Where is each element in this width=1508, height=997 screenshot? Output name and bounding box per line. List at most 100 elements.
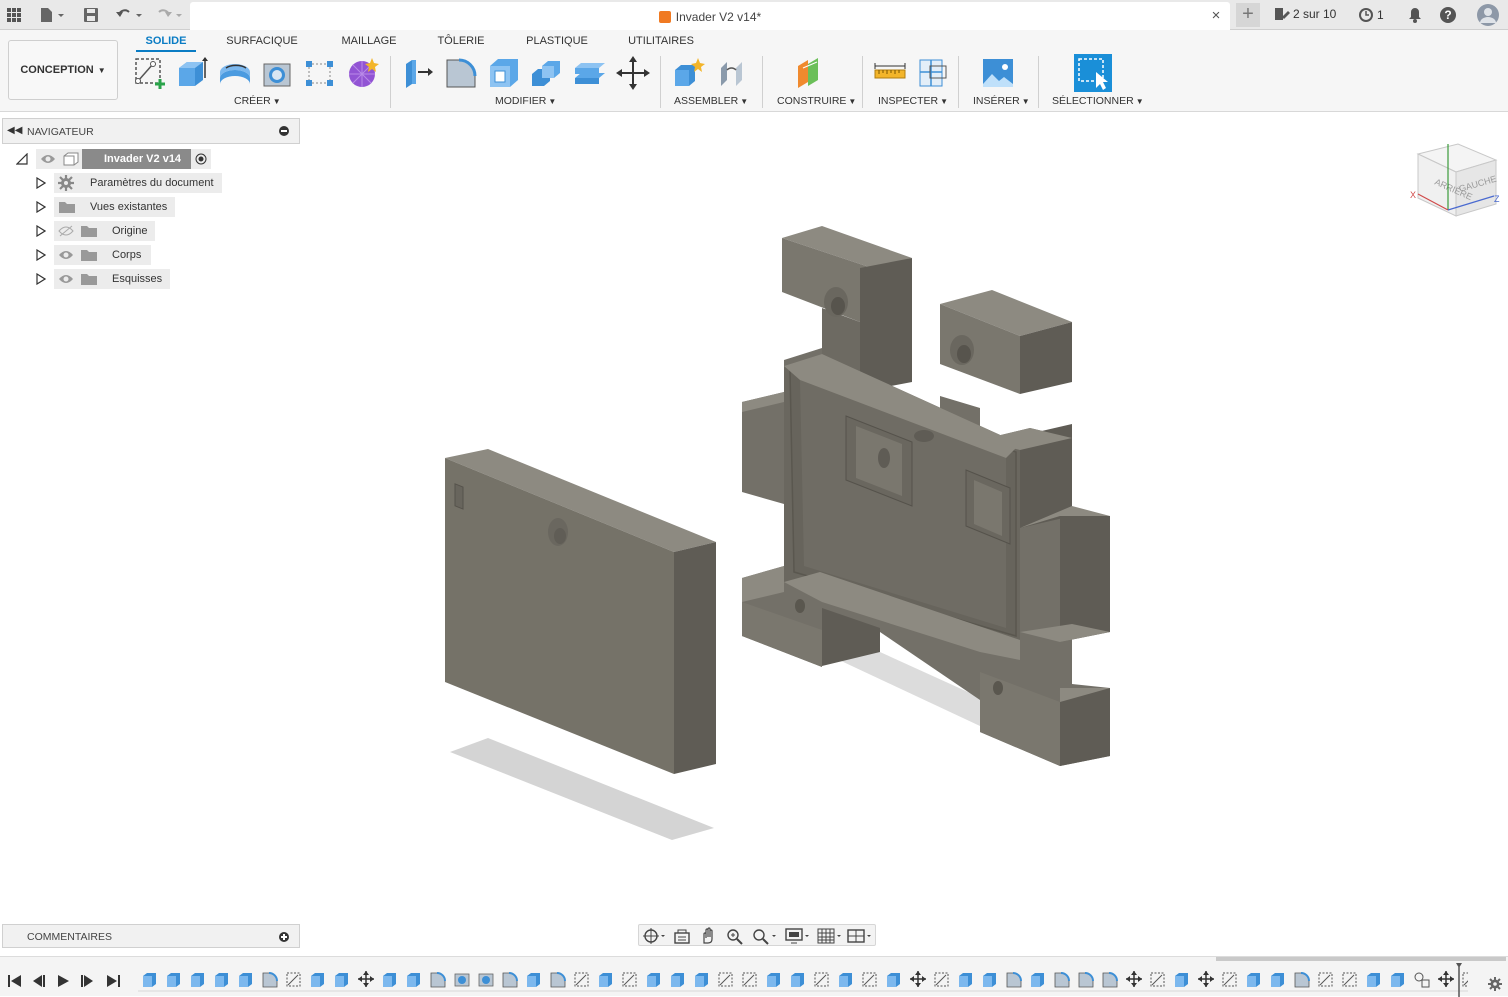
create-form-icon[interactable] bbox=[346, 56, 380, 90]
hole-feature-icon[interactable] bbox=[478, 973, 494, 987]
extrude-feature-icon[interactable] bbox=[311, 973, 324, 987]
sketch-feature-icon[interactable] bbox=[1462, 972, 1468, 987]
tree-label[interactable]: Paramètres du document bbox=[76, 173, 222, 193]
move-feature-icon[interactable] bbox=[1438, 971, 1454, 987]
timeline-features[interactable] bbox=[138, 967, 1468, 993]
press-pull-icon[interactable] bbox=[400, 56, 434, 90]
extrude-feature-icon[interactable] bbox=[887, 973, 900, 987]
extrude-feature-icon[interactable] bbox=[407, 973, 420, 987]
extrude-feature-icon[interactable] bbox=[983, 973, 996, 987]
select-icon[interactable] bbox=[1074, 54, 1112, 92]
extrude-feature-icon[interactable] bbox=[143, 973, 156, 987]
create-sketch-icon[interactable] bbox=[133, 56, 167, 90]
step-back-icon[interactable] bbox=[32, 974, 46, 988]
collapsed-triangle-icon[interactable] bbox=[36, 177, 46, 189]
collapse-panel-icon[interactable]: ◀◀ bbox=[7, 125, 22, 136]
extrude-feature-icon[interactable] bbox=[599, 973, 612, 987]
tree-label[interactable]: Vues existantes bbox=[78, 197, 176, 217]
revolve-icon[interactable] bbox=[218, 56, 252, 90]
fillet-feature-icon[interactable] bbox=[1078, 972, 1094, 988]
extrude-feature-icon[interactable] bbox=[191, 973, 204, 987]
display-settings-icon[interactable] bbox=[785, 927, 811, 945]
extrude-icon[interactable] bbox=[175, 56, 209, 90]
joint-icon[interactable] bbox=[716, 56, 750, 90]
visibility-toggle[interactable] bbox=[54, 269, 78, 289]
fillet-feature-icon[interactable] bbox=[502, 972, 518, 988]
activate-component-radio[interactable] bbox=[191, 149, 212, 169]
tab-surfacique[interactable]: SURFACIQUE bbox=[222, 35, 302, 47]
sketch-feature-icon[interactable] bbox=[286, 972, 301, 987]
sketch-feature-icon[interactable] bbox=[1342, 972, 1357, 987]
timeline-marker[interactable] bbox=[1456, 963, 1462, 997]
sketch-feature-icon[interactable] bbox=[1222, 972, 1237, 987]
expanded-triangle-icon[interactable] bbox=[16, 153, 28, 165]
orbit-icon[interactable] bbox=[643, 927, 665, 945]
go-to-start-icon[interactable] bbox=[8, 974, 22, 988]
timeline-settings-gear-icon[interactable] bbox=[1488, 977, 1502, 991]
insert-canvas-icon[interactable] bbox=[981, 56, 1015, 90]
tab-utilitaires[interactable]: UTILITAIRES bbox=[624, 35, 698, 47]
help-icon[interactable]: ? bbox=[1438, 5, 1458, 25]
fillet-feature-icon[interactable] bbox=[262, 972, 278, 988]
extrude-feature-icon[interactable] bbox=[239, 973, 252, 987]
step-forward-icon[interactable] bbox=[80, 974, 94, 988]
extrude-feature-icon[interactable] bbox=[1031, 973, 1044, 987]
collapsed-triangle-icon[interactable] bbox=[36, 225, 46, 237]
fillet-icon[interactable] bbox=[444, 56, 478, 90]
3d-viewport[interactable]: ARRIÈRE GAUCHE X Z bbox=[0, 112, 1508, 952]
tree-label[interactable]: Origine bbox=[100, 221, 156, 241]
extrude-feature-icon[interactable] bbox=[215, 973, 228, 987]
extrude-feature-icon[interactable] bbox=[671, 973, 684, 987]
fit-zoom-icon[interactable] bbox=[751, 927, 777, 945]
tree-row-named-views[interactable]: Vues existantes bbox=[36, 197, 176, 217]
history-status[interactable]: 1 bbox=[1358, 7, 1384, 23]
collapsed-triangle-icon[interactable] bbox=[36, 249, 46, 261]
fillet-feature-icon[interactable] bbox=[1006, 972, 1022, 988]
group-modifier[interactable]: MODIFIER ▼ bbox=[495, 95, 556, 107]
look-at-icon[interactable] bbox=[673, 927, 691, 945]
tab-plastique[interactable]: PLASTIQUE bbox=[518, 35, 596, 47]
tree-label[interactable]: Esquisses bbox=[100, 269, 171, 289]
group-inserer[interactable]: INSÉRER ▼ bbox=[973, 95, 1030, 107]
sketch-feature-icon[interactable] bbox=[1318, 972, 1333, 987]
collapsed-triangle-icon[interactable] bbox=[36, 201, 46, 213]
hole-icon[interactable] bbox=[261, 56, 295, 90]
root-component-label[interactable]: Invader V2 v14 bbox=[82, 149, 192, 169]
go-to-end-icon[interactable] bbox=[106, 974, 120, 988]
redo-icon[interactable] bbox=[154, 5, 186, 25]
move-feature-icon[interactable] bbox=[1198, 971, 1214, 987]
offset-face-icon[interactable] bbox=[573, 56, 607, 90]
pan-hand-icon[interactable] bbox=[699, 927, 717, 945]
measure-icon[interactable] bbox=[873, 56, 907, 90]
fillet-feature-icon[interactable] bbox=[430, 972, 446, 988]
shell-icon[interactable] bbox=[487, 56, 521, 90]
save-icon[interactable] bbox=[82, 5, 100, 25]
sketch-feature-icon[interactable] bbox=[934, 972, 949, 987]
sketch-feature-icon[interactable] bbox=[574, 972, 589, 987]
visibility-toggle[interactable] bbox=[54, 245, 78, 265]
extrude-feature-icon[interactable] bbox=[767, 973, 780, 987]
extrude-feature-icon[interactable] bbox=[791, 973, 804, 987]
extrude-feature-icon[interactable] bbox=[1391, 973, 1404, 987]
group-creer[interactable]: CRÉER ▼ bbox=[234, 95, 281, 107]
user-avatar-icon[interactable] bbox=[1476, 3, 1500, 27]
fillet-feature-icon[interactable] bbox=[1102, 972, 1118, 988]
extrude-feature-icon[interactable] bbox=[1271, 973, 1284, 987]
tree-row-document-settings[interactable]: Paramètres du document bbox=[36, 173, 222, 193]
zoom-icon[interactable] bbox=[725, 927, 743, 945]
group-construire[interactable]: CONSTRUIRE ▼ bbox=[777, 95, 856, 107]
extrude-feature-icon[interactable] bbox=[527, 973, 540, 987]
extrude-feature-icon[interactable] bbox=[1247, 973, 1260, 987]
tree-row-sketches[interactable]: Esquisses bbox=[36, 269, 171, 289]
tree-row-bodies[interactable]: Corps bbox=[36, 245, 152, 265]
hole-feature-icon[interactable] bbox=[454, 973, 470, 987]
tab-maillage[interactable]: MAILLAGE bbox=[334, 35, 404, 47]
minimize-navigator-button[interactable] bbox=[279, 126, 289, 136]
move-copy-icon[interactable] bbox=[616, 56, 650, 90]
extrude-feature-icon[interactable] bbox=[1367, 973, 1380, 987]
offset-plane-icon[interactable] bbox=[796, 56, 830, 90]
grid-settings-icon[interactable] bbox=[817, 927, 843, 945]
add-comment-button[interactable] bbox=[279, 932, 289, 942]
view-cube[interactable]: ARRIÈRE GAUCHE X Z bbox=[1410, 143, 1500, 217]
sketch-feature-icon[interactable] bbox=[622, 972, 637, 987]
